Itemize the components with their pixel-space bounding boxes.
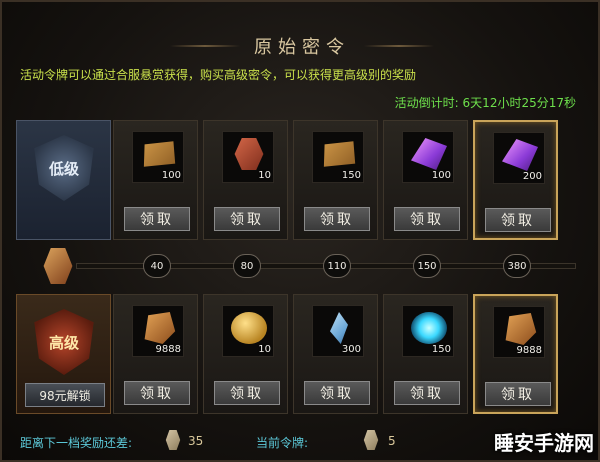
item-slot[interactable]: 150 [402, 305, 454, 357]
item-count: 200 [522, 171, 542, 182]
item-count: 150 [431, 344, 451, 355]
reward-card: 300 领取 [293, 294, 378, 414]
milestone: 380 [503, 254, 531, 278]
item-count: 300 [341, 344, 361, 355]
reward-card-highlighted: 200 领取 [473, 120, 558, 240]
coin-icon [231, 312, 267, 344]
rune-icon [144, 312, 176, 344]
item-slot[interactable]: 300 [312, 305, 364, 357]
crystal-icon [502, 139, 538, 171]
advanced-tier-emblem-icon: 高级 [34, 309, 94, 375]
item-slot[interactable]: 200 [493, 132, 545, 184]
claim-button[interactable]: 领取 [304, 381, 370, 405]
crystal-icon [411, 138, 447, 170]
rune-icon [505, 313, 537, 345]
item-count: 100 [161, 170, 181, 181]
item-slot[interactable]: 100 [402, 131, 454, 183]
item-slot[interactable]: 10 [222, 305, 274, 357]
advanced-tier-row: 高级 98元解锁 9888 领取 10 领取 300 领取 150 领取 988… [16, 292, 588, 416]
current-token-value: 5 [388, 434, 396, 448]
title-ornament-right [364, 45, 434, 47]
countdown: 活动倒计时: 6天12小时25分17秒 [395, 94, 576, 111]
claim-button[interactable]: 领取 [394, 381, 460, 405]
token-icon [234, 138, 264, 170]
milestone: 150 [413, 254, 441, 278]
milestone: 80 [233, 254, 261, 278]
item-slot[interactable]: 100 [132, 131, 184, 183]
next-reward-label: 距离下一档奖励还差: [20, 436, 133, 450]
advanced-tier-label: 高级 [48, 333, 79, 352]
item-slot[interactable]: 150 [312, 131, 364, 183]
advanced-tier-card: 高级 98元解锁 [16, 294, 111, 414]
event-token-icon [43, 248, 73, 284]
claim-button[interactable]: 领取 [214, 207, 280, 231]
scroll-icon [323, 141, 356, 167]
claim-button[interactable]: 领取 [214, 381, 280, 405]
item-count: 10 [258, 170, 271, 181]
blue-crystal-icon [330, 312, 348, 344]
claim-button[interactable]: 领取 [485, 208, 551, 232]
countdown-label: 活动倒计时: [394, 96, 459, 110]
item-count: 100 [431, 170, 451, 181]
title-bar: 原始密令 [152, 30, 452, 62]
next-reward-value: 35 [188, 434, 204, 448]
reward-card: 9888 领取 [113, 294, 198, 414]
token-icon [363, 430, 379, 450]
footer: 距离下一档奖励还差: 35 当前令牌: 5 睡安手游网 [2, 422, 600, 462]
item-slot[interactable]: 9888 [132, 305, 184, 357]
basic-tier-card: 低级 [16, 120, 111, 240]
page-title: 原始密令 [254, 37, 350, 58]
progress-row: 40 80 110 150 380 [16, 246, 588, 286]
item-count: 9888 [155, 344, 181, 355]
item-count: 150 [341, 170, 361, 181]
milestone: 110 [323, 254, 351, 278]
basic-tier-label: 低级 [48, 159, 79, 178]
claim-button[interactable]: 领取 [304, 207, 370, 231]
claim-button[interactable]: 领取 [485, 382, 551, 406]
reward-card: 10 领取 [203, 294, 288, 414]
reward-card: 100 领取 [383, 120, 468, 240]
item-count: 10 [258, 344, 271, 355]
basic-tier-emblem-icon: 低级 [34, 135, 94, 201]
title-ornament-left [170, 45, 240, 47]
item-slot[interactable]: 9888 [493, 306, 545, 358]
milestone: 40 [143, 254, 171, 278]
item-slot[interactable]: 10 [222, 131, 274, 183]
reward-card: 10 领取 [203, 120, 288, 240]
orb-icon [411, 312, 447, 344]
watermark: 睡安手游网 [494, 431, 594, 455]
item-count: 9888 [516, 345, 542, 356]
claim-button[interactable]: 领取 [124, 381, 190, 405]
reward-card: 100 领取 [113, 120, 198, 240]
event-panel: 原始密令 活动令牌可以通过合服悬赏获得，购买高级密令，可以获得更高级别的奖励 活… [0, 0, 600, 462]
reward-card: 150 领取 [383, 294, 468, 414]
reward-card: 150 领取 [293, 120, 378, 240]
unlock-button[interactable]: 98元解锁 [25, 383, 105, 407]
current-token-label: 当前令牌: [256, 436, 309, 450]
claim-button[interactable]: 领取 [394, 207, 460, 231]
info-text: 活动令牌可以通过合服悬赏获得，购买高级密令，可以获得更高级别的奖励 [20, 68, 417, 82]
reward-card-highlighted: 9888 领取 [473, 294, 558, 414]
claim-button[interactable]: 领取 [124, 207, 190, 231]
scroll-icon [143, 141, 176, 167]
token-icon [165, 430, 181, 450]
basic-tier-row: 低级 100 领取 10 领取 150 领取 100 领取 200 领取 [16, 118, 588, 242]
countdown-value: 6天12小时25分17秒 [462, 96, 576, 110]
